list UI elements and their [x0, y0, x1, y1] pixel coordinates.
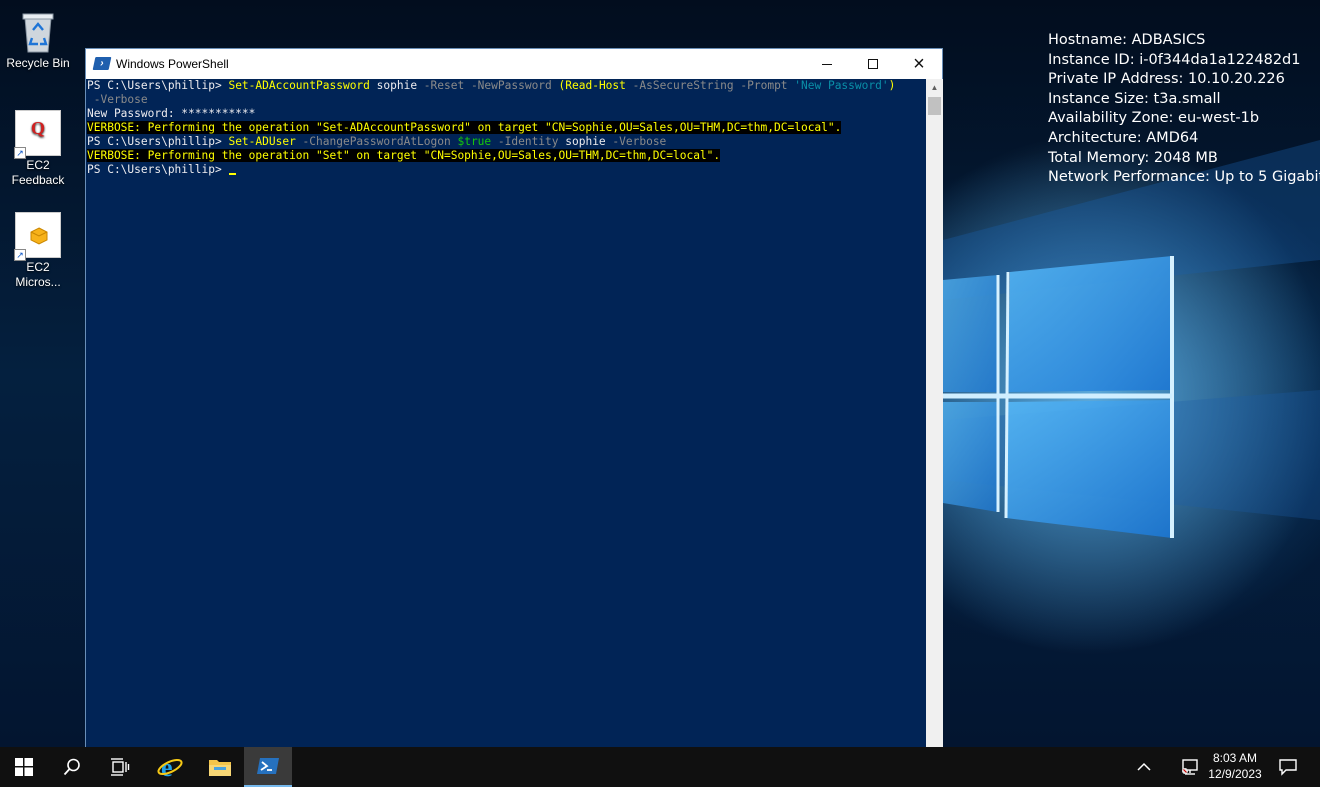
- file-explorer-button[interactable]: [196, 747, 244, 787]
- powershell-icon: [257, 758, 279, 774]
- powershell-taskbar-button[interactable]: [244, 747, 292, 787]
- search-button[interactable]: [48, 747, 96, 787]
- desktop-icon-label: EC2 Feedback: [11, 158, 65, 187]
- scrollbar-thumb[interactable]: [928, 97, 941, 115]
- bginfo-panel: Hostname: ADBASICS Instance ID: i-0f344d…: [1048, 31, 1320, 188]
- task-view-button[interactable]: [96, 747, 144, 787]
- close-icon: ×: [913, 53, 925, 75]
- console-line: New Password: ***********: [87, 107, 256, 120]
- ec2-feedback-icon: Q ↗: [14, 110, 61, 159]
- desktop-icon-ec2-feedback[interactable]: Q ↗ EC2 Feedback: [0, 110, 76, 188]
- window-title: Windows PowerShell: [116, 57, 229, 71]
- close-button[interactable]: ×: [896, 49, 942, 79]
- notification-icon: [1279, 759, 1297, 776]
- bginfo-instance-size: Instance Size: t3a.small: [1048, 90, 1221, 107]
- svg-text:e: e: [161, 754, 173, 780]
- internet-explorer-icon: e: [157, 754, 183, 780]
- bginfo-instance-id: Instance ID: i-0f344da1a122482d1: [1048, 51, 1301, 68]
- minimize-button[interactable]: [804, 49, 850, 79]
- bginfo-total-memory: Total Memory: 2048 MB: [1048, 149, 1218, 166]
- taskbar: e 8:03 AM 12/9/2023: [0, 747, 1320, 787]
- console-line: VERBOSE: Performing the operation "Set" …: [87, 149, 721, 162]
- action-center-button[interactable]: [1274, 747, 1302, 787]
- shortcut-arrow-icon: ↗: [14, 147, 26, 159]
- ec2-microsoft-windows-guide-icon: ↗: [14, 212, 61, 261]
- bginfo-architecture: Architecture: AMD64: [1048, 129, 1199, 146]
- powershell-window[interactable]: › Windows PowerShell × PS C:\Users\phill…: [85, 48, 943, 780]
- chevron-up-icon: [1137, 762, 1151, 771]
- show-hidden-icons-button[interactable]: [1130, 747, 1158, 787]
- start-icon: [15, 758, 33, 776]
- task-view-icon: [111, 758, 130, 776]
- desktop-icon-ec2-microsoft[interactable]: ↗ EC2 Micros...: [0, 212, 76, 290]
- start-button[interactable]: [0, 747, 48, 787]
- internet-explorer-button[interactable]: e: [146, 747, 194, 787]
- vertical-scrollbar[interactable]: ▲ ▼: [926, 79, 943, 779]
- taskbar-clock[interactable]: 8:03 AM 12/9/2023: [1200, 750, 1270, 782]
- file-explorer-icon: [209, 760, 231, 776]
- maximize-button[interactable]: [850, 49, 896, 79]
- powershell-icon: ›: [92, 57, 112, 70]
- console-output[interactable]: PS C:\Users\phillip> Set-ADAccountPasswo…: [86, 79, 926, 779]
- console-line: PS C:\Users\phillip> Set-ADUser -ChangeP…: [87, 135, 667, 148]
- clock-time: 8:03 AM: [1212, 751, 1258, 765]
- text-cursor: [229, 173, 237, 175]
- shortcut-arrow-icon: ↗: [14, 249, 26, 261]
- console-line: -Verbose: [87, 93, 148, 106]
- scroll-up-icon[interactable]: ▲: [926, 79, 943, 96]
- console-line: VERBOSE: Performing the operation "Set-A…: [87, 121, 842, 134]
- console-line: PS C:\Users\phillip> Set-ADAccountPasswo…: [87, 79, 896, 92]
- bginfo-availability-zone: Availability Zone: eu-west-1b: [1048, 110, 1260, 127]
- window-titlebar[interactable]: › Windows PowerShell ×: [86, 49, 942, 79]
- search-icon: [63, 758, 80, 776]
- bginfo-private-ip: Private IP Address: 10.10.20.226: [1048, 71, 1285, 88]
- clock-date: 12/9/2023: [1208, 767, 1262, 781]
- maximize-icon: [868, 59, 878, 69]
- network-icon: [1182, 759, 1198, 775]
- minimize-icon: [822, 63, 832, 65]
- desktop-icon-label: EC2 Micros...: [15, 260, 61, 289]
- bginfo-network-performance: Network Performance: Up to 5 Gigabit: [1048, 169, 1320, 186]
- bginfo-hostname: Hostname: ADBASICS: [1048, 32, 1206, 48]
- desktop-icon-recycle-bin[interactable]: Recycle Bin: [0, 8, 76, 71]
- desktop-icon-label: Recycle Bin: [6, 56, 70, 70]
- console-line: PS C:\Users\phillip>: [87, 163, 926, 177]
- recycle-bin-icon: [15, 8, 61, 54]
